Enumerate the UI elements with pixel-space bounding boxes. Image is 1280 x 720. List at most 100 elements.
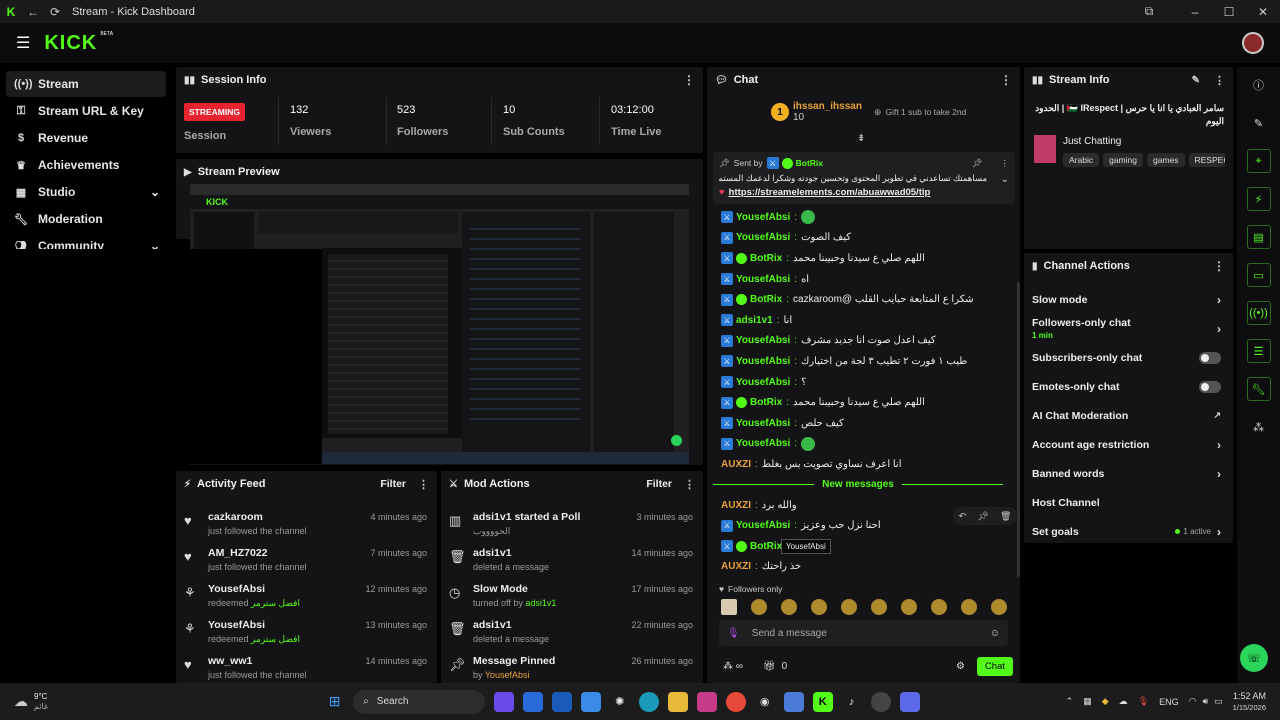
outlook-icon[interactable] [551, 691, 572, 712]
close-icon[interactable]: ✕ [1252, 0, 1274, 23]
kick-taskbar-icon[interactable]: K [812, 691, 833, 712]
emote-icon[interactable] [871, 599, 887, 615]
banned-words-row[interactable]: Banned words › [1024, 459, 1233, 488]
tiktok-icon[interactable]: ♪ [842, 692, 862, 712]
emote-icon[interactable] [841, 599, 857, 615]
photos-icon[interactable] [783, 691, 804, 712]
filter-button[interactable]: Filter [646, 478, 672, 490]
chat-message[interactable]: ⚔ YousefAbsi: طيب ١ فورت ٢ تطيب ٣ لجة من ا… [707, 351, 1009, 372]
points-icon[interactable]: ⁂ [1247, 415, 1271, 439]
target-icon[interactable]: ⌖ [1246, 149, 1271, 173]
microphone-icon[interactable]: 🎙︎ [1138, 696, 1149, 707]
chat-username[interactable]: YousefAbsi [736, 274, 790, 285]
sidebar-item-revenue[interactable]: $ Revenue [6, 125, 166, 151]
chat-username[interactable]: BotRix [750, 541, 782, 552]
tag[interactable]: RESPEC [1188, 153, 1225, 167]
collapse-pinned-icon[interactable]: ⇟ [857, 133, 865, 144]
chat-message[interactable]: ⚔ YousefAbsi: كيف اعدل صوت انا جديد مشرف [707, 331, 1009, 352]
points-icon[interactable]: ⁂ ∞ [723, 661, 743, 672]
set-goals-row[interactable]: Set goals 1 active › [1024, 517, 1233, 546]
emote-icon[interactable] [961, 599, 977, 615]
tray-icon[interactable]: ☁ [1119, 696, 1128, 707]
emote-icon[interactable] [901, 599, 917, 615]
chat-username[interactable]: BotRix [750, 253, 782, 264]
chat-username[interactable]: AUXZI [721, 561, 751, 572]
emote-icon[interactable] [811, 599, 827, 615]
broadcast-icon[interactable]: ((•)) [1246, 301, 1271, 325]
weather-icon[interactable]: ☁ [14, 693, 28, 710]
emoji-icon[interactable]: ☺ [990, 628, 1000, 639]
emote-icon[interactable] [991, 599, 1007, 615]
chatgpt-icon[interactable]: ✺ [610, 692, 630, 712]
sidebar-item-stream[interactable]: ((•)) Stream [6, 71, 166, 97]
sidebar-item-stream-url-key[interactable]: ⚿ Stream URL & Key [6, 98, 166, 124]
maximize-icon[interactable]: ☐ [1218, 0, 1240, 23]
chat-message[interactable]: ⚔ BotRix: اللهم صلي ع سيدنا وحبيبنا محمد [707, 392, 1009, 413]
taskbar-search[interactable]: ⌕ Search [353, 689, 486, 714]
menu-icon[interactable]: ☰ [16, 33, 30, 53]
chat-username[interactable]: YousefAbsi [736, 232, 790, 243]
chat-username[interactable]: YousefAbsi [736, 335, 790, 346]
more-icon[interactable]: ⋮ [1000, 73, 1012, 87]
tray-icon[interactable]: ◆ [1102, 696, 1109, 707]
folder-icon[interactable] [667, 691, 688, 712]
chat-message[interactable]: ⚔ YousefAbsi: كيف الصوت [707, 228, 1009, 249]
chat-message[interactable]: ⚔ YousefAbsi: كيف حلص [707, 413, 1009, 434]
emote-icon[interactable] [781, 599, 797, 615]
edit-icon[interactable]: ✎ [1247, 111, 1271, 135]
chat-username[interactable]: YousefAbsi [736, 520, 790, 531]
kick-logo[interactable]: KICK BETA [44, 31, 113, 55]
filter-button[interactable]: Filter [380, 478, 406, 490]
new-messages-divider[interactable]: New messages [713, 477, 1003, 493]
battery-icon[interactable]: ▭ [1214, 696, 1223, 707]
more-icon[interactable]: ⋮ [684, 478, 695, 491]
account-age-row[interactable]: Account age restriction › [1024, 430, 1233, 459]
chat-message[interactable]: ⚔ YousefAbsi: [707, 434, 1009, 455]
tag[interactable]: games [1146, 153, 1185, 167]
gift-icon[interactable]: 🎁︎ [763, 661, 776, 672]
top-gifter[interactable]: 1 ihssan_ihssan 10 ⊕ Gift 1 sub to take … [771, 101, 966, 123]
emote-icon[interactable] [751, 599, 767, 615]
wrench-icon[interactable]: 🔧︎ [1246, 377, 1271, 401]
discord-icon[interactable] [899, 691, 920, 712]
chat-message[interactable]: ⚔ YousefAbsi: ؟ [707, 372, 1009, 393]
chat-username[interactable]: BotRix [750, 397, 782, 408]
chrome-icon[interactable] [725, 691, 746, 712]
chat-username[interactable]: YousefAbsi [736, 418, 790, 429]
windows-start-icon[interactable]: ⊞ [325, 692, 345, 712]
emotes-only-toggle[interactable] [1199, 380, 1221, 393]
wifi-icon[interactable]: ◠ [1189, 696, 1197, 707]
help-button[interactable]: ☏ [1240, 644, 1268, 672]
category-name[interactable]: Just Chatting [1063, 136, 1121, 147]
sidebar-item-moderation[interactable]: 🔧︎ Moderation [6, 206, 166, 232]
slow-mode-row[interactable]: Slow mode › [1024, 285, 1233, 314]
send-chat-button[interactable]: Chat [976, 657, 1013, 676]
microphone-icon[interactable]: 🎙︎ [727, 628, 740, 639]
more-icon[interactable]: ⋮ [418, 478, 429, 491]
settings-icon[interactable]: ⚙ [956, 661, 965, 672]
unpin-icon[interactable]: 📌︎ [972, 158, 983, 169]
chat-username[interactable]: YousefAbsi [736, 212, 790, 223]
chat-username[interactable]: AUXZI [721, 500, 751, 511]
tag[interactable]: Arabic [1063, 153, 1100, 167]
chat-username[interactable]: BotRix [750, 294, 782, 305]
info-icon[interactable]: ⓘ [1247, 73, 1271, 97]
window-icon[interactable] [580, 691, 601, 712]
chat-username[interactable]: YousefAbsi [736, 438, 790, 449]
volume-icon[interactable]: 🔊︎ [1202, 696, 1208, 707]
followers-only-row[interactable]: Followers-only chat 1 min › [1024, 314, 1233, 343]
edge-icon[interactable] [638, 691, 659, 712]
chevron-down-icon[interactable]: ⌄ [1001, 174, 1009, 185]
pin-icon[interactable]: 📌︎ [977, 511, 988, 522]
chat-username[interactable]: YousefAbsi [736, 377, 790, 388]
subscribers-only-toggle[interactable] [1199, 351, 1221, 364]
clock[interactable]: 1:52 AM 1/15/2026 [1233, 691, 1266, 713]
camera-icon[interactable]: ◉ [755, 692, 775, 712]
sidebar-item-studio[interactable]: ▦ Studio ⌄ [6, 179, 166, 205]
emote-icon[interactable] [721, 599, 737, 615]
cast-icon[interactable]: ⧉ [1138, 0, 1160, 23]
obs-icon[interactable] [870, 691, 891, 712]
chat-message[interactable]: ⚔ adsi1v1: انا [707, 310, 1009, 331]
more-icon[interactable]: ⋮ [1214, 74, 1225, 87]
minimize-icon[interactable]: – [1184, 0, 1206, 23]
